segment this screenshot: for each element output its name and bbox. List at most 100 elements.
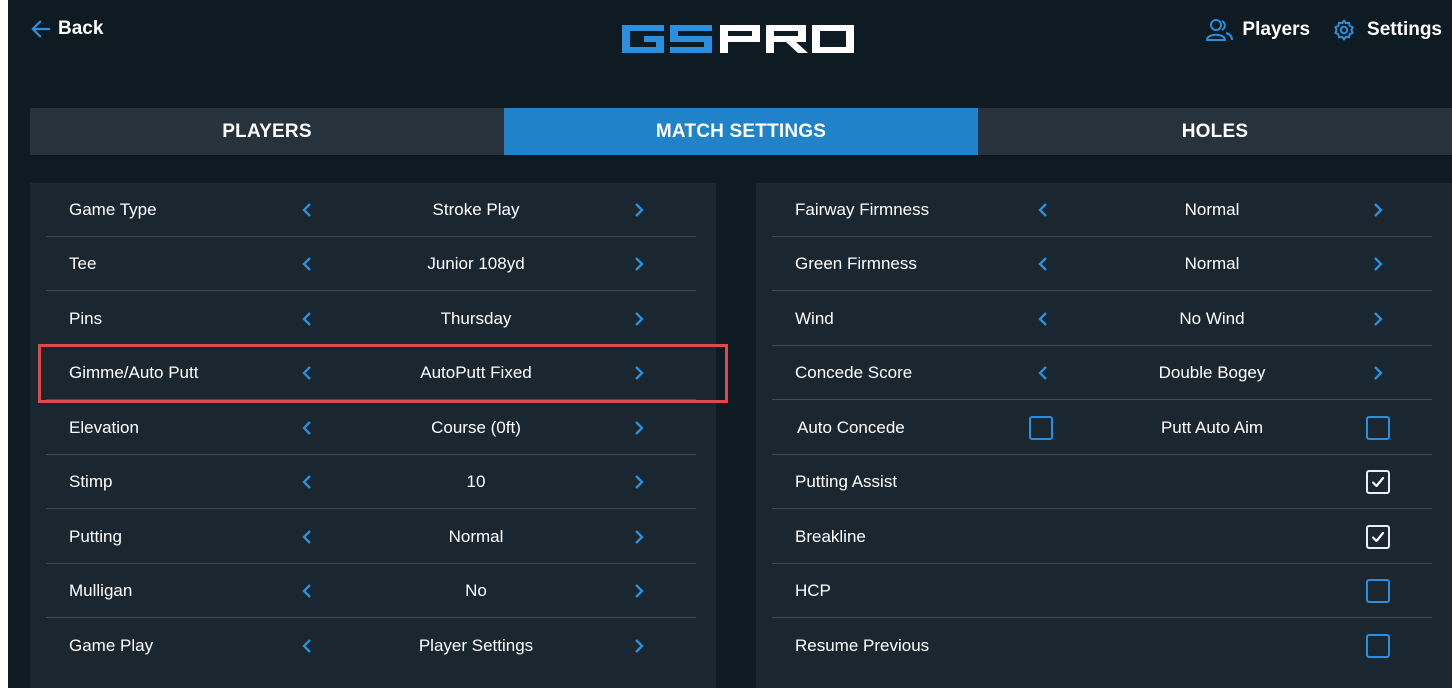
users-icon — [1206, 19, 1234, 41]
setting-row-gimme-auto-putt: Gimme/Auto Putt AutoPutt Fixed — [46, 346, 696, 400]
setting-row-resume-previous: Resume Previous — [772, 619, 1432, 673]
setting-value: Normal — [1184, 199, 1240, 219]
chevron-left-icon — [1038, 365, 1047, 380]
prev-button[interactable] — [1035, 255, 1051, 273]
setting-label: Putting Assist — [795, 471, 898, 491]
setting-label: Game Type — [69, 199, 157, 219]
prev-button[interactable] — [299, 310, 315, 328]
setting-value: Course (0ft) — [431, 417, 521, 437]
prev-button[interactable] — [299, 364, 315, 382]
chevron-right-icon — [1374, 256, 1383, 271]
setting-row-game-play: Game Play Player Settings — [46, 619, 696, 673]
setting-label: Tee — [69, 253, 97, 273]
next-button[interactable] — [1370, 255, 1386, 273]
setting-value: Normal — [1184, 253, 1240, 273]
setting-row-stimp: Stimp 10 — [46, 455, 696, 509]
chevron-left-icon — [302, 639, 311, 653]
setting-row-green-firmness: Green Firmness Normal — [772, 237, 1432, 291]
gspro-logo — [622, 25, 854, 53]
next-button[interactable] — [631, 528, 647, 546]
next-button[interactable] — [1370, 201, 1386, 219]
chevron-left-icon — [302, 529, 311, 544]
next-button[interactable] — [1370, 364, 1386, 382]
setting-value: Normal — [448, 526, 504, 546]
back-button[interactable]: Back — [30, 18, 103, 40]
setting-value: Thursday — [440, 308, 512, 328]
setting-value: No Wind — [1179, 308, 1245, 328]
setting-row-elevation: Elevation Course (0ft) — [46, 401, 696, 455]
setting-label: Fairway Firmness — [795, 199, 930, 219]
tab-match-settings[interactable]: MATCH SETTINGS — [504, 108, 978, 155]
setting-label: Wind — [795, 308, 834, 328]
setting-label: Game Play — [69, 636, 154, 655]
prev-button[interactable] — [1035, 201, 1051, 219]
setting-value: Double Bogey — [1158, 362, 1266, 382]
setting-row-fairway-firmness: Fairway Firmness Normal — [772, 183, 1432, 237]
next-button[interactable] — [631, 473, 647, 491]
app-window: Back Players Settings PLAYERS MATCH SETT… — [8, 0, 1452, 688]
auto-concede-checkbox[interactable] — [1029, 415, 1053, 440]
setting-label: Breakline — [795, 526, 866, 546]
tab-players[interactable]: PLAYERS — [30, 108, 504, 155]
prev-button[interactable] — [299, 637, 315, 655]
hcp-checkbox[interactable] — [1366, 578, 1390, 603]
next-button[interactable] — [1370, 310, 1386, 328]
chevron-left-icon — [302, 420, 311, 435]
gear-icon — [1334, 19, 1354, 41]
setting-value: No — [465, 580, 487, 600]
putt-auto-aim-checkbox[interactable] — [1366, 415, 1390, 440]
tab-bar: PLAYERS MATCH SETTINGS HOLES — [30, 108, 1452, 155]
resume-previous-checkbox[interactable] — [1366, 634, 1390, 658]
prev-button[interactable] — [1035, 364, 1051, 382]
chevron-right-icon — [635, 256, 644, 271]
prev-button[interactable] — [299, 255, 315, 273]
chevron-right-icon — [635, 365, 644, 380]
setting-label: Concede Score — [795, 362, 913, 382]
next-button[interactable] — [631, 419, 647, 437]
tab-holes[interactable]: HOLES — [978, 108, 1452, 155]
chevron-left-icon — [302, 311, 311, 326]
prev-button[interactable] — [299, 473, 315, 491]
setting-value: Player Settings — [418, 636, 534, 655]
prev-button[interactable] — [299, 201, 315, 219]
putt-auto-aim-label: Putt Auto Aim — [1160, 417, 1264, 437]
settings-button[interactable]: Settings — [1330, 18, 1442, 42]
setting-row-putting: Putting Normal — [46, 510, 696, 564]
next-button[interactable] — [631, 364, 647, 382]
prev-button[interactable] — [299, 582, 315, 600]
checkmark-icon — [1371, 476, 1385, 487]
chevron-right-icon — [1374, 202, 1383, 217]
chevron-right-icon — [1374, 365, 1383, 380]
prev-button[interactable] — [299, 528, 315, 546]
setting-value: Stroke Play — [432, 199, 520, 219]
chevron-right-icon — [635, 474, 644, 489]
setting-label: Gimme/Auto Putt — [69, 362, 199, 382]
players-button[interactable]: Players — [1205, 18, 1310, 42]
setting-value: Junior 108yd — [427, 253, 525, 273]
prev-button[interactable] — [1035, 310, 1051, 328]
tab-match-settings-label: MATCH SETTINGS — [655, 120, 827, 142]
next-button[interactable] — [631, 310, 647, 328]
chevron-left-icon — [302, 583, 311, 598]
setting-label: Elevation — [69, 417, 139, 437]
setting-row-breakline: Breakline — [772, 510, 1432, 564]
putting-assist-checkbox[interactable] — [1366, 469, 1390, 494]
right-settings-panel: Fairway Firmness Normal Green Firmness N… — [756, 183, 1452, 688]
setting-label: HCP — [795, 580, 831, 600]
setting-row-game-type: Game Type Stroke Play — [46, 183, 696, 237]
next-button[interactable] — [631, 637, 647, 655]
arrow-left-icon — [31, 20, 51, 38]
setting-value: AutoPutt Fixed — [420, 362, 532, 382]
setting-row-tee: Tee Junior 108yd — [46, 237, 696, 291]
prev-button[interactable] — [299, 419, 315, 437]
breakline-checkbox[interactable] — [1366, 524, 1390, 549]
next-button[interactable] — [631, 582, 647, 600]
checkmark-icon — [1371, 531, 1385, 542]
next-button[interactable] — [631, 255, 647, 273]
next-button[interactable] — [631, 201, 647, 219]
setting-row-putting-assist: Putting Assist — [772, 455, 1432, 509]
setting-row-auto-concede: Auto Concede Putt Auto Aim — [772, 401, 1432, 455]
chevron-left-icon — [1038, 256, 1047, 271]
chevron-right-icon — [635, 202, 644, 217]
chevron-right-icon — [635, 639, 644, 653]
